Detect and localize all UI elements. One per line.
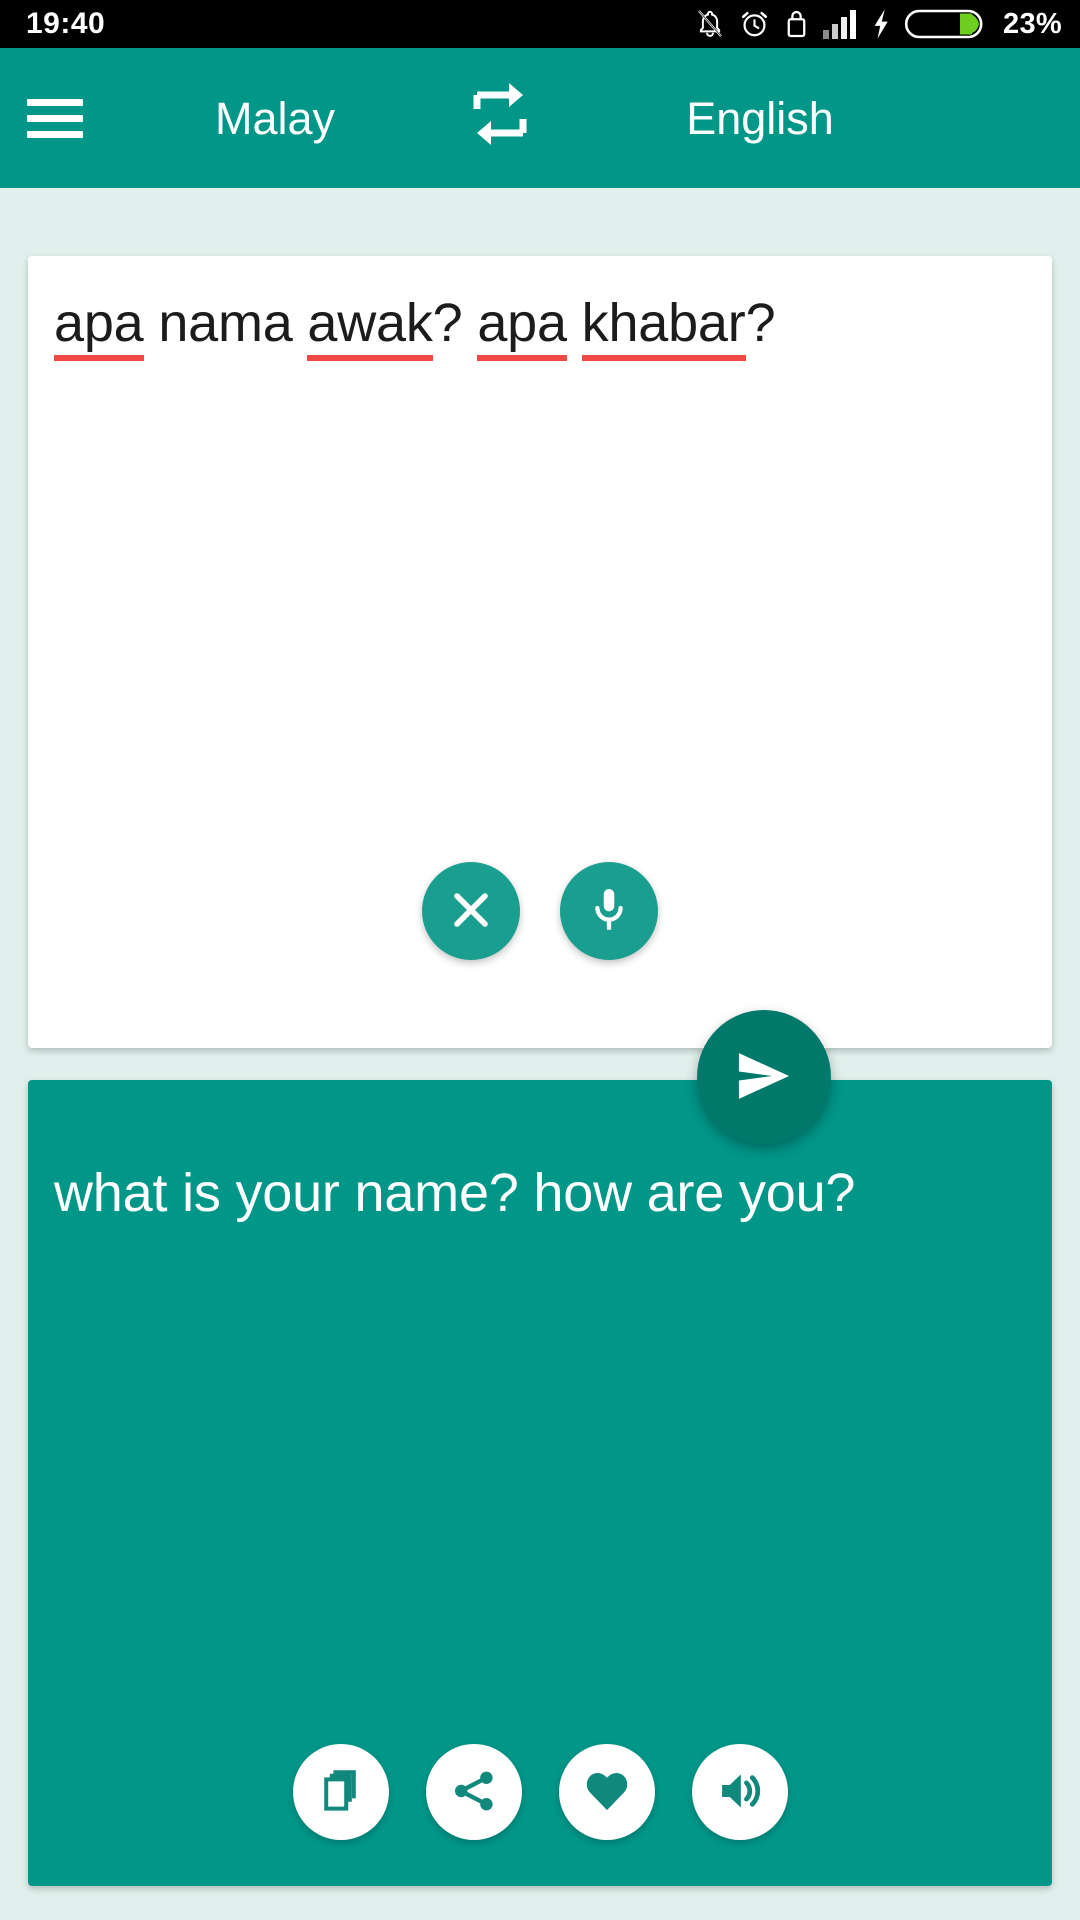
- status-bar-clock: 19:40: [26, 7, 106, 40]
- source-language-selector[interactable]: Malay: [110, 96, 440, 141]
- source-token-misspelled: apa: [477, 293, 567, 361]
- target-language-selector[interactable]: English: [560, 96, 960, 141]
- share-icon: [450, 1767, 498, 1818]
- heart-icon: [582, 1766, 632, 1819]
- source-token-punctuation: ?: [432, 293, 463, 353]
- battery-percent-label: 23%: [1003, 7, 1062, 40]
- speak-button[interactable]: [691, 1744, 788, 1840]
- swap-languages-button[interactable]: [440, 48, 560, 188]
- hamburger-menu-icon: [27, 90, 83, 147]
- result-text-panel: what is your name? how are you?: [28, 1080, 1052, 1886]
- battery-icon: [905, 6, 983, 42]
- signal-bars-icon: [823, 9, 857, 39]
- status-bar: 19:40 23%: [0, 0, 1080, 48]
- status-bar-icon-group: 23%: [695, 6, 1062, 42]
- source-text-panel: apa nama awak? apa khabar?: [28, 256, 1052, 1048]
- microphone-icon: [587, 885, 631, 938]
- source-token: nama: [158, 293, 293, 353]
- swap-languages-icon: [469, 81, 531, 156]
- screen-lock-icon: [784, 8, 809, 40]
- send-translate-button[interactable]: [697, 1010, 831, 1144]
- speaker-volume-icon: [715, 1766, 765, 1819]
- clear-button[interactable]: [422, 862, 520, 960]
- copy-button[interactable]: [292, 1744, 389, 1840]
- notifications-off-icon: [695, 8, 725, 40]
- send-icon: [732, 1044, 796, 1111]
- alarm-clock-icon: [739, 8, 770, 40]
- share-button[interactable]: [425, 1744, 522, 1840]
- translated-text: what is your name? how are you?: [54, 1163, 856, 1223]
- source-token-misspelled: apa: [54, 293, 144, 361]
- source-token-misspelled: awak: [307, 293, 433, 361]
- source-action-group: [28, 862, 1052, 960]
- microphone-button[interactable]: [560, 862, 658, 960]
- source-text-input[interactable]: apa nama awak? apa khabar?: [54, 290, 1026, 361]
- app-header: Malay English: [0, 48, 1080, 188]
- source-token-punctuation: ?: [745, 293, 776, 353]
- charging-bolt-icon: [871, 8, 891, 40]
- close-x-icon: [448, 887, 494, 936]
- copy-icon: [317, 1767, 365, 1818]
- hamburger-menu-button[interactable]: [0, 48, 110, 188]
- source-token-misspelled: khabar: [581, 293, 746, 361]
- favorite-button[interactable]: [558, 1744, 655, 1840]
- result-action-group: [28, 1744, 1052, 1840]
